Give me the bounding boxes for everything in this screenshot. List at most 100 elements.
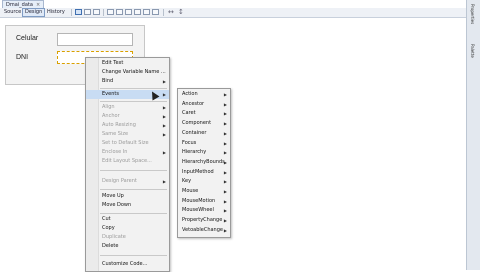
align-left-icon[interactable] [107,9,114,15]
menu-item-anchor[interactable]: Anchor ▶ [86,112,169,121]
event-item-inputmethod[interactable]: InputMethod ▶ [178,168,230,177]
menu-item-edit-layout-space[interactable]: Edit Layout Space... [86,157,169,166]
tab-source[interactable]: Source [2,9,23,16]
menu-item-edit-text[interactable]: Edit Text [86,59,169,68]
menu-item-change-variable-name[interactable]: Change Variable Name ... [86,68,169,77]
change-horizontal-resizability-icon[interactable]: ↔ [168,8,174,17]
menu-separator [100,88,167,89]
submenu-arrow-icon: ▶ [223,130,227,136]
submenu-arrow-icon: ▶ [162,105,166,110]
menu-item-label: Auto Resizing [102,122,136,128]
menu-item-label: Duplicate [102,234,126,240]
align-top-icon[interactable] [134,9,141,15]
menu-item-design-parent[interactable]: Design Parent ▶ [86,177,169,186]
submenu-arrow-icon: ▶ [223,218,227,224]
right-side-panel: Properties Palette [466,0,480,270]
menu-item-label: Move Down [102,202,132,208]
menu-item-move-up[interactable]: Move Up [86,192,169,201]
menu-item-label: Events [102,91,119,97]
event-item-mousemotion[interactable]: MouseMotion ▶ [178,197,230,206]
change-vertical-resizability-icon[interactable]: ↕ [178,8,184,17]
event-item-label: PropertyChange [182,217,223,224]
align-bottom-icon[interactable] [143,9,150,15]
submenu-arrow-icon: ▶ [162,92,166,97]
palette-side-tab[interactable]: Palette [470,44,475,58]
menu-item-label: Set to Default Size [102,140,149,146]
tab-design[interactable]: Design [22,8,46,17]
menu-item-bind[interactable]: Bind ▶ [86,77,169,86]
dni-label[interactable]: DNI [16,54,28,61]
menu-separator [100,189,167,190]
properties-side-tab[interactable]: Properties [470,4,475,24]
submenu-arrow-icon: ▶ [162,123,166,128]
event-item-label: Hierarchy [182,149,207,156]
menu-item-copy[interactable]: Copy [86,224,169,233]
event-item-propertychange[interactable]: PropertyChange ▶ [178,216,230,225]
menu-item-cut[interactable]: Cut [86,215,169,224]
submenu-arrow-icon: ▶ [223,150,227,156]
submenu-arrow-icon: ▶ [223,198,227,204]
submenu-arrow-icon: ▶ [223,169,227,175]
submenu-arrow-icon: ▶ [223,179,227,185]
toolbar-separator [163,9,164,16]
submenu-arrow-icon: ▶ [162,114,166,119]
submenu-arrow-icon: ▶ [223,111,227,117]
connection-mode-icon[interactable] [84,9,91,15]
menu-item-duplicate[interactable]: Duplicate [86,233,169,242]
submenu-arrow-icon: ▶ [162,132,166,137]
event-item-key[interactable]: Key ▶ [178,177,230,186]
menu-item-auto-resizing[interactable]: Auto Resizing ▶ [86,121,169,130]
preview-design-icon[interactable] [93,9,100,15]
celular-label[interactable]: Celular [16,35,38,42]
menu-item-label: Customize Code... [102,261,148,267]
align-right-icon[interactable] [116,9,123,15]
event-item-mousewheel[interactable]: MouseWheel ▶ [178,206,230,215]
event-item-hierarchybounds[interactable]: HierarchyBounds ▶ [178,158,230,167]
menu-item-set-default-size[interactable]: Set to Default Size [86,139,169,148]
submenu-arrow-icon: ▶ [162,79,166,84]
toolbar-separator [103,9,104,16]
celular-text-field[interactable] [57,33,133,46]
toolbar-separator [71,9,72,16]
menu-item-same-size[interactable]: Same Size ▶ [86,130,169,139]
menu-item-label: Align [102,104,115,110]
menu-item-enclose-in[interactable]: Enclose In ▶ [86,148,169,157]
event-item-label: Focus [182,139,197,146]
event-item-label: InputMethod [182,168,214,175]
event-item-label: HierarchyBounds [182,158,225,165]
event-item-label: Component [182,120,212,127]
menu-item-delete[interactable]: Delete [86,242,169,251]
menu-item-align[interactable]: Align ▶ [86,103,169,112]
event-item-label: VetoableChange [182,226,223,233]
event-item-caret[interactable]: Caret ▶ [178,109,230,118]
event-item-hierarchy[interactable]: Hierarchy ▶ [178,148,230,157]
context-menu: Edit Text Change Variable Name ... Bind ▶… [85,57,170,272]
menu-separator [100,101,167,102]
event-item-vetoablechange[interactable]: VetoableChange ▶ [178,226,230,235]
event-item-component[interactable]: Component ▶ [178,119,230,128]
menu-item-label: Move Up [102,193,124,199]
submenu-arrow-icon: ▶ [162,179,166,184]
menu-item-label: Delete [102,243,119,249]
menu-item-move-down[interactable]: Move Down [86,201,169,210]
menu-item-label: Change Variable Name ... [102,69,166,75]
menu-item-label: Same Size [102,131,129,137]
center-horizontally-icon[interactable] [125,9,132,15]
event-item-action[interactable]: Action ▶ [178,90,230,99]
event-item-label: Action [182,91,198,97]
event-item-container[interactable]: Container ▶ [178,129,230,138]
menu-separator [100,213,167,214]
event-item-mouse[interactable]: Mouse ▶ [178,187,230,196]
submenu-arrow-icon: ▶ [223,159,227,165]
menu-item-customize-code[interactable]: Customize Code... [86,260,169,269]
tab-history[interactable]: History [45,9,67,16]
submenu-arrow-icon: ▶ [223,227,227,233]
event-item-focus[interactable]: Focus ▶ [178,139,230,148]
center-vertically-icon[interactable] [152,9,159,15]
menu-item-label: Bind [102,78,114,84]
selection-mode-icon[interactable] [75,9,82,15]
menu-item-label: Edit Text [102,60,124,66]
submenu-arrow-icon: ▶ [162,150,166,155]
event-item-ancestor[interactable]: Ancestor ▶ [178,100,230,109]
submenu-arrow-icon: ▶ [223,189,227,194]
